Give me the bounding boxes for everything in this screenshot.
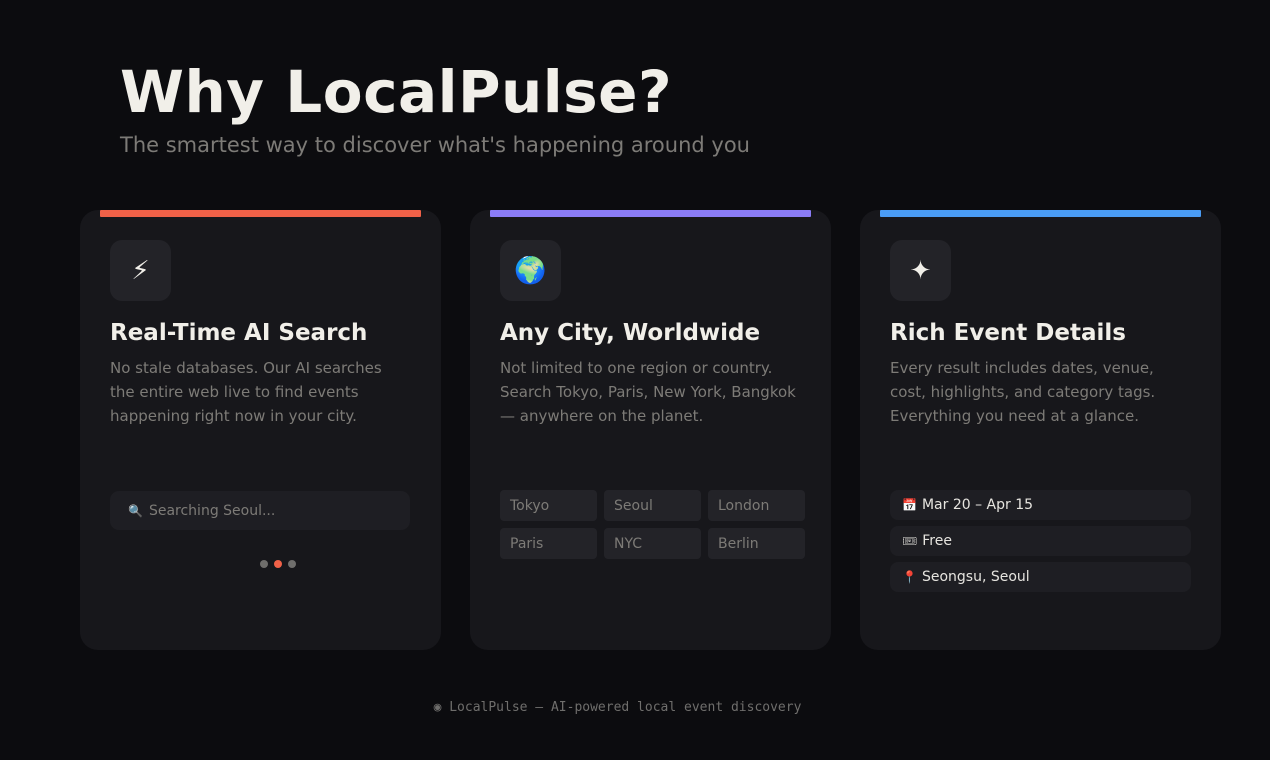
city-tag-tokyo: Tokyo bbox=[500, 490, 597, 521]
pin-icon: 📍 bbox=[902, 570, 917, 584]
page-subtitle: The smartest way to discover what's happ… bbox=[120, 133, 750, 157]
event-detail-list: 📅 Mar 20 – Apr 15 🎟 Free 📍 Seongsu, Seou… bbox=[890, 490, 1191, 598]
card-title: Rich Event Details bbox=[890, 320, 1126, 346]
lightning-icon: ⚡ bbox=[110, 240, 171, 301]
card-description: Every result includes dates, venue, cost… bbox=[890, 359, 1156, 425]
city-tag-paris: Paris bbox=[500, 528, 597, 559]
city-tag-berlin: Berlin bbox=[708, 528, 805, 559]
ticket-icon: 🎟 bbox=[902, 534, 918, 548]
sparkle-icon: ✦ bbox=[890, 240, 951, 301]
loading-dot bbox=[288, 560, 296, 568]
calendar-icon: 📅 bbox=[902, 498, 917, 512]
globe-icon: 🌍 bbox=[500, 240, 561, 301]
card-title: Real-Time AI Search bbox=[110, 320, 368, 346]
search-preview-text: Searching Seoul... bbox=[148, 502, 276, 519]
event-detail-dates: 📅 Mar 20 – Apr 15 bbox=[890, 490, 1191, 520]
footer-tagline: ◉ LocalPulse — AI-powered local event di… bbox=[433, 700, 802, 715]
card-accent-bar bbox=[490, 210, 811, 217]
loading-dots bbox=[260, 560, 296, 568]
feature-card-rich-details: ✦ Rich Event Details Every result includ… bbox=[860, 210, 1221, 650]
event-detail-cost: 🎟 Free bbox=[890, 526, 1191, 556]
feature-cards: ⚡ Real-Time AI Search No stale databases… bbox=[80, 210, 1221, 650]
city-tag-seoul: Seoul bbox=[604, 490, 701, 521]
event-detail-venue: 📍 Seongsu, Seoul bbox=[890, 562, 1191, 592]
city-tag-nyc: NYC bbox=[604, 528, 701, 559]
city-tag-grid: Tokyo Seoul London Paris NYC Berlin bbox=[500, 490, 806, 559]
loading-dot bbox=[260, 560, 268, 568]
feature-card-realtime-search: ⚡ Real-Time AI Search No stale databases… bbox=[80, 210, 441, 650]
feature-card-any-city: 🌍 Any City, Worldwide Not limited to one… bbox=[470, 210, 831, 650]
card-description: Not limited to one region or country. Se… bbox=[500, 359, 796, 425]
event-detail-text: Mar 20 – Apr 15 bbox=[921, 497, 1034, 513]
page-title: Why LocalPulse? bbox=[120, 58, 673, 126]
search-preview: 🔍 Searching Seoul... bbox=[110, 491, 410, 530]
event-detail-text: Free bbox=[922, 533, 952, 549]
card-description: No stale databases. Our AI searches the … bbox=[110, 359, 382, 425]
hero-section: Why LocalPulse? The smartest way to disc… bbox=[120, 56, 750, 160]
city-tag-london: London bbox=[708, 490, 805, 521]
event-detail-text: Seongsu, Seoul bbox=[921, 569, 1030, 585]
card-accent-bar bbox=[880, 210, 1201, 217]
loading-dot-active bbox=[274, 560, 282, 568]
card-title: Any City, Worldwide bbox=[500, 320, 761, 346]
card-accent-bar bbox=[100, 210, 421, 217]
search-icon: 🔍 bbox=[128, 503, 143, 518]
